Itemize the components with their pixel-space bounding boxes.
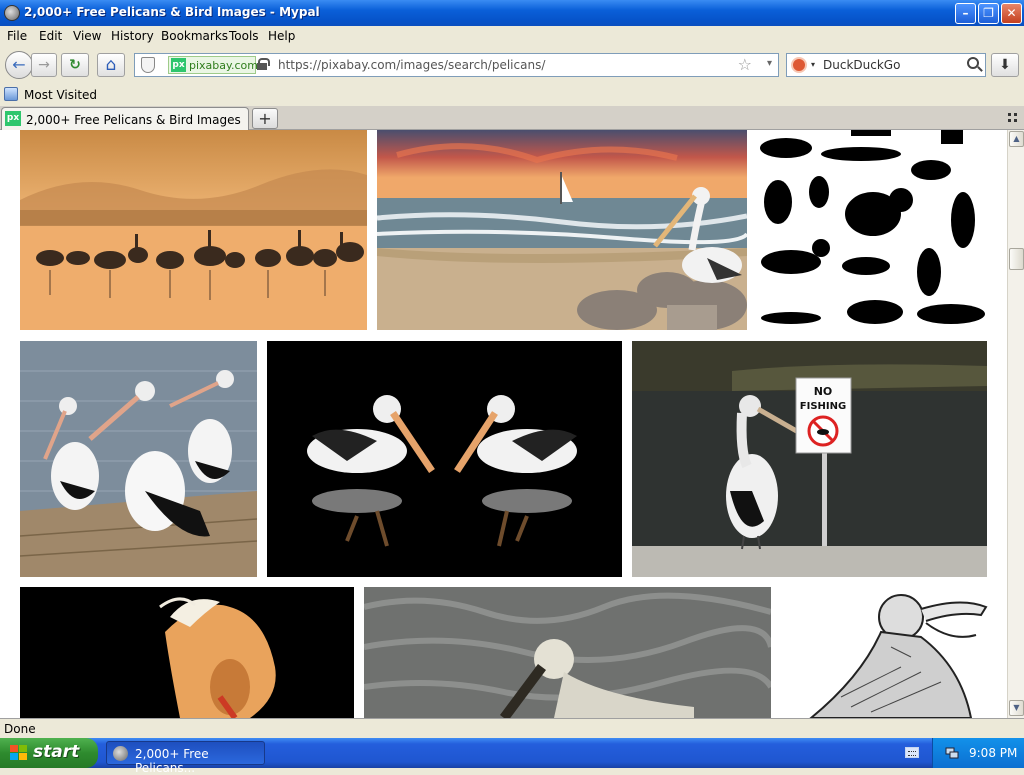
minimize-button[interactable]: – xyxy=(955,3,976,24)
url-bar[interactable]: px pixabay.com https://pixabay.com/image… xyxy=(134,53,779,77)
taskbar: start 2,000+ Free Pelicans... 9:08 PM xyxy=(0,738,1024,775)
menu-help[interactable]: Help xyxy=(268,29,295,43)
new-tab-button[interactable]: + xyxy=(252,108,278,129)
mypal-app-icon[interactable] xyxy=(4,5,20,21)
network-icon[interactable] xyxy=(945,746,959,760)
tab-pixabay[interactable]: px 2,000+ Free Pelicans & Bird Images xyxy=(1,107,249,130)
start-button[interactable]: start xyxy=(0,738,98,768)
menu-bookmarks[interactable]: Bookmarks xyxy=(161,29,228,43)
search-icon[interactable] xyxy=(967,57,979,69)
tab-bar: px 2,000+ Free Pelicans & Bird Images + xyxy=(0,106,1024,130)
status-bar: Done xyxy=(0,718,1024,738)
duckduckgo-icon[interactable] xyxy=(791,57,807,73)
image-pelican-head-closeup[interactable] xyxy=(20,587,354,718)
search-bar[interactable]: ▾ DuckDuckGo xyxy=(786,53,986,77)
window-title: 2,000+ Free Pelicans & Bird Images - Myp… xyxy=(24,5,320,19)
url-text[interactable]: https://pixabay.com/images/search/pelica… xyxy=(278,58,545,72)
menu-bar: File Edit View History Bookmarks Tools H… xyxy=(0,26,1024,46)
bookmark-most-visited[interactable]: Most Visited xyxy=(24,88,97,102)
tab-groups-icon[interactable] xyxy=(1008,113,1018,123)
vertical-scrollbar[interactable]: ▲ ▼ xyxy=(1007,130,1024,718)
menu-view[interactable]: View xyxy=(73,29,101,43)
reload-button[interactable]: ↻ xyxy=(61,53,89,77)
scroll-up-icon[interactable]: ▲ xyxy=(1009,131,1024,147)
restore-button[interactable]: ❐ xyxy=(978,3,999,24)
site-identity-label: pixabay.com xyxy=(189,59,258,72)
menu-tools[interactable]: Tools xyxy=(229,29,259,43)
site-identity-box[interactable]: px pixabay.com xyxy=(168,56,258,74)
image-pelican-in-water[interactable] xyxy=(364,587,771,718)
lock-icon xyxy=(257,58,270,70)
scroll-down-icon[interactable]: ▼ xyxy=(1009,700,1024,716)
image-pelican-engraving[interactable] xyxy=(781,587,991,718)
image-pelican-on-beach-sailboat[interactable] xyxy=(377,130,747,330)
windows-flag-icon xyxy=(10,745,28,761)
pixabay-favicon-icon: px xyxy=(171,58,186,72)
system-tray: 9:08 PM xyxy=(932,738,1024,768)
forward-button[interactable]: → xyxy=(31,53,57,77)
title-bar[interactable]: 2,000+ Free Pelicans & Bird Images - Myp… xyxy=(0,0,1024,26)
menu-edit[interactable]: Edit xyxy=(39,29,62,43)
image-three-pelicans-on-dock[interactable] xyxy=(20,341,257,577)
downloads-button[interactable]: ⬇ xyxy=(991,53,1019,77)
scroll-thumb[interactable] xyxy=(1009,248,1024,270)
bookmarks-toolbar: Most Visited xyxy=(0,84,1024,106)
image-pelican-no-fishing-sign[interactable]: NO FISHING xyxy=(632,341,987,577)
url-dropdown-icon[interactable]: ▾ xyxy=(767,58,772,69)
tracking-shield-icon[interactable] xyxy=(141,57,155,73)
home-button[interactable]: ⌂ xyxy=(97,53,125,77)
image-two-pelicans-reflection[interactable] xyxy=(267,341,622,577)
tab-label: 2,000+ Free Pelicans & Bird Images xyxy=(26,113,241,127)
sign-text-no: NO xyxy=(814,385,833,398)
page-content: NO FISHING xyxy=(0,130,1007,718)
start-label: start xyxy=(33,742,80,762)
status-text: Done xyxy=(4,722,36,736)
image-animal-silhouettes[interactable] xyxy=(751,130,991,330)
keyboard-icon[interactable] xyxy=(905,747,919,758)
search-engine-dropdown-icon[interactable]: ▾ xyxy=(811,60,815,69)
mypal-taskbar-icon xyxy=(113,746,128,761)
sign-text-fishing: FISHING xyxy=(800,401,846,412)
navigation-toolbar: ← → ↻ ⌂ px pixabay.com https://pixabay.c… xyxy=(0,46,1024,84)
back-button[interactable]: ← xyxy=(5,51,33,79)
most-visited-icon[interactable] xyxy=(4,87,18,101)
close-button[interactable]: ✕ xyxy=(1001,3,1022,24)
menu-file[interactable]: File xyxy=(7,29,27,43)
menu-history[interactable]: History xyxy=(111,29,154,43)
clock[interactable]: 9:08 PM xyxy=(969,746,1017,760)
taskbar-item-mypal[interactable]: 2,000+ Free Pelicans... xyxy=(106,741,265,775)
taskbar-item-label: 2,000+ Free Pelicans... xyxy=(135,747,209,775)
bookmark-star-icon[interactable]: ☆ xyxy=(738,55,752,74)
search-placeholder[interactable]: DuckDuckGo xyxy=(823,58,900,72)
image-pelicans-at-sunset[interactable] xyxy=(20,130,367,330)
tab-favicon-icon: px xyxy=(5,111,21,126)
